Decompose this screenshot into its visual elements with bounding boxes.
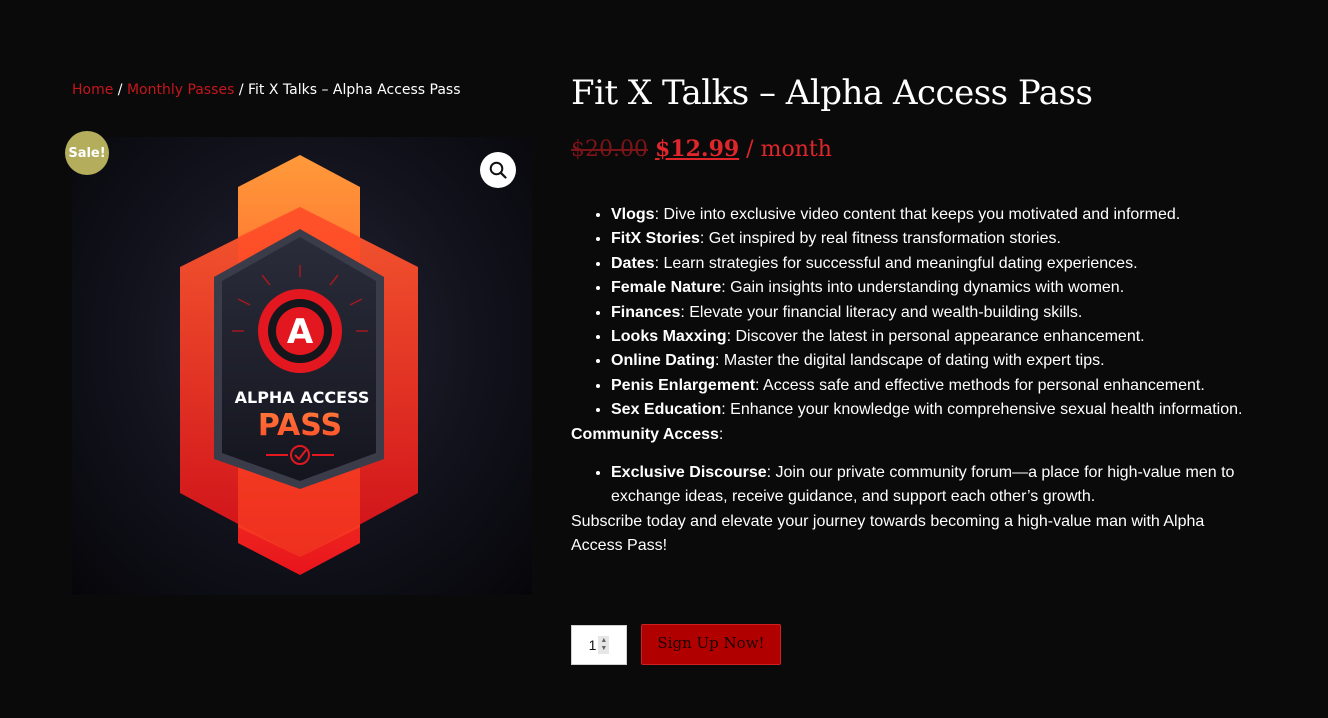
feature-text: : Discover the latest in personal appear…: [726, 328, 1145, 346]
feature-term: Looks Maxxing: [611, 328, 727, 346]
quantity-stepper[interactable]: 1 ▲ ▼: [571, 624, 627, 665]
feature-text: : Master the digital landscape of dating…: [715, 352, 1105, 370]
breadcrumb-category-link[interactable]: Monthly Passes: [127, 82, 234, 98]
feature-term: Female Nature: [611, 279, 722, 297]
product-price: $20.00 $12.99 / month: [571, 134, 1251, 165]
feature-item: FitX Stories: Get inspired by real fitne…: [611, 227, 1251, 251]
community-list: Exclusive Discourse: Join our private co…: [571, 461, 1251, 510]
feature-term: Dates: [611, 254, 655, 272]
feature-text: : Elevate your financial literacy and we…: [680, 303, 1083, 321]
closing-text: Subscribe today and elevate your journey…: [571, 512, 1205, 555]
zoom-button[interactable]: [480, 152, 516, 188]
product-image[interactable]: A ALPHA ACCESS PASS: [72, 137, 532, 595]
pass-title-line1: ALPHA ACCESS: [235, 388, 370, 407]
feature-item: Sex Education: Enhance your knowledge wi…: [611, 398, 1251, 422]
feature-text: : Access safe and effective methods for …: [755, 376, 1205, 394]
community-heading: Community Access:: [571, 425, 724, 443]
feature-text: : Dive into exclusive video content that…: [654, 206, 1181, 223]
breadcrumb-separator: /: [117, 82, 123, 98]
feature-item: Vlogs: Dive into exclusive video content…: [611, 203, 1251, 227]
community-item: Exclusive Discourse: Join our private co…: [611, 461, 1251, 510]
product-title: Fit X Talks – Alpha Access Pass: [571, 73, 1093, 113]
feature-list: Vlogs: Dive into exclusive video content…: [571, 203, 1251, 423]
add-to-cart-form: 1 ▲ ▼ Sign Up Now!: [571, 624, 781, 665]
feature-text: : Gain insights into understanding dynam…: [721, 279, 1125, 297]
quantity-value[interactable]: 1: [589, 637, 597, 653]
breadcrumb-separator: /: [238, 82, 244, 98]
community-term: Exclusive Discourse: [611, 464, 767, 482]
alpha-access-pass-artwork: A ALPHA ACCESS PASS: [180, 155, 418, 575]
sale-badge: Sale!: [65, 131, 109, 175]
feature-text: : Enhance your knowledge with comprehens…: [721, 401, 1243, 419]
feature-term: Online Dating: [611, 352, 715, 370]
sale-price: $12.99: [654, 136, 740, 162]
feature-term: Sex Education: [611, 401, 722, 419]
price-period: / month: [739, 137, 832, 162]
magnifier-icon: [489, 161, 507, 179]
feature-item: Online Dating: Master the digital landsc…: [611, 349, 1251, 373]
regular-price: $20.00: [571, 137, 648, 162]
feature-term: Penis Enlargement: [611, 376, 756, 394]
product-summary: Fit X Talks – Alpha Access Pass $20.00 $…: [571, 70, 1251, 559]
feature-text: : Get inspired by real fitness transform…: [699, 230, 1061, 248]
sign-up-button[interactable]: Sign Up Now!: [641, 624, 781, 665]
breadcrumb-current: Fit X Talks – Alpha Access Pass: [248, 82, 461, 98]
breadcrumb-home-link[interactable]: Home: [72, 82, 113, 98]
feature-item: Dates: Learn strategies for successful a…: [611, 252, 1251, 276]
product-page: Home / Monthly Passes / Fit X Talks – Al…: [0, 0, 1328, 718]
feature-text: : Learn strategies for successful and me…: [654, 254, 1138, 272]
feature-item: Looks Maxxing: Discover the latest in pe…: [611, 325, 1251, 349]
feature-item: Finances: Elevate your financial literac…: [611, 301, 1251, 325]
spinner-arrows-icon[interactable]: ▲ ▼: [598, 635, 610, 654]
emblem-letter: A: [287, 312, 314, 352]
pass-title-line2: PASS: [258, 408, 342, 443]
feature-term: Finances: [611, 303, 681, 321]
breadcrumb: Home / Monthly Passes / Fit X Talks – Al…: [72, 82, 461, 98]
feature-item: Female Nature: Gain insights into unders…: [611, 276, 1251, 300]
feature-term: FitX Stories: [611, 230, 700, 248]
feature-term: Vlogs: [611, 206, 655, 223]
feature-item: Penis Enlargement: Access safe and effec…: [611, 374, 1251, 398]
product-description: Vlogs: Dive into exclusive video content…: [571, 203, 1251, 559]
